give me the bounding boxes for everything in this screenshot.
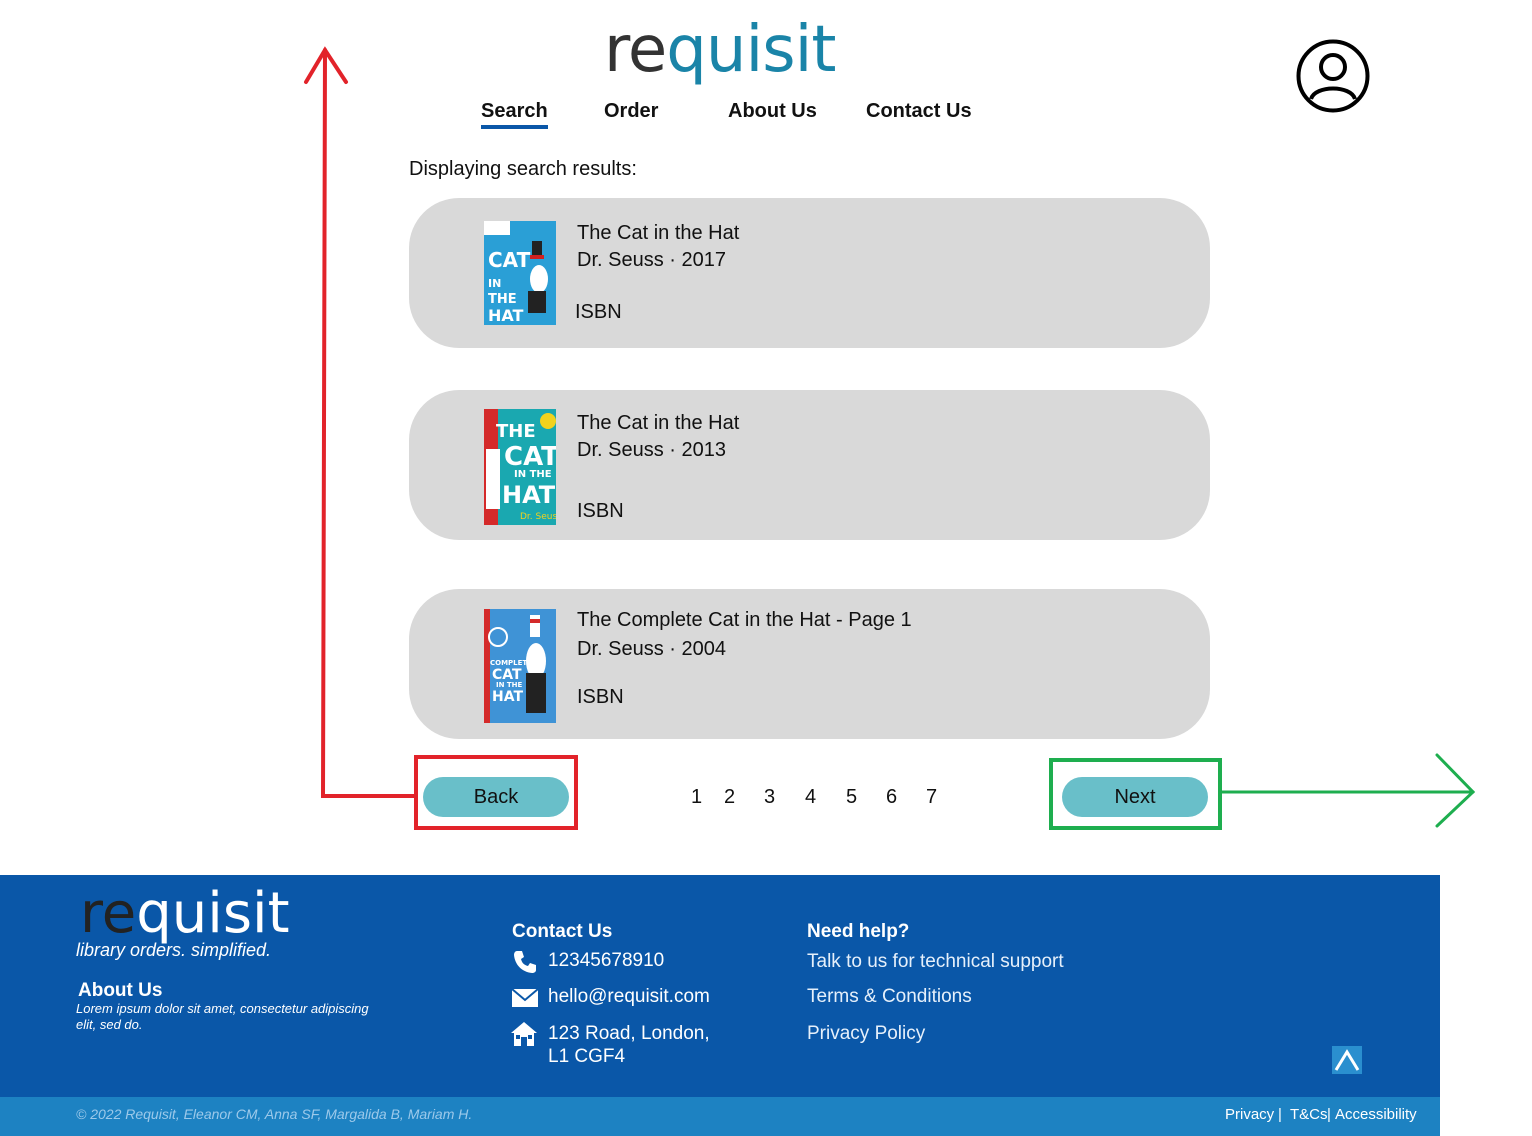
results-heading: Displaying search results:: [409, 158, 637, 180]
result-card[interactable]: CAT IN THE HAT The Cat in the Hat Dr. Se…: [409, 198, 1210, 348]
legal-separator: |: [1278, 1106, 1282, 1123]
book-author-year: Dr. Seuss · 2004: [577, 638, 726, 660]
svg-text:HAT: HAT: [502, 481, 556, 509]
footer-logo-part-re: re: [80, 881, 137, 946]
chevron-up-icon: [1334, 1049, 1360, 1071]
legal-link-terms[interactable]: T&Cs: [1290, 1106, 1328, 1123]
svg-text:IN THE: IN THE: [496, 681, 523, 689]
svg-text:HAT: HAT: [492, 689, 523, 705]
svg-text:HAT: HAT: [488, 306, 524, 325]
result-card[interactable]: COMPLETE CAT IN THE HAT The Complete Cat…: [409, 589, 1210, 739]
book-title[interactable]: The Complete Cat in the Hat - Page 1: [577, 609, 912, 632]
email-icon: [511, 988, 539, 1007]
result-card[interactable]: THE CAT IN THE HAT Dr. Seuss The Cat in …: [409, 390, 1210, 540]
page-2-link[interactable]: 2: [724, 786, 735, 809]
svg-text:Dr. Seuss: Dr. Seuss: [520, 512, 556, 522]
book-cover-image: COMPLETE CAT IN THE HAT: [484, 609, 556, 725]
next-button[interactable]: Next: [1062, 777, 1208, 817]
page-3-link[interactable]: 3: [764, 786, 775, 809]
next-annotation-arrow: [1220, 753, 1476, 828]
page-5-link[interactable]: 5: [846, 786, 857, 809]
book-author-year: Dr. Seuss · 2013: [577, 439, 726, 461]
footer-logo[interactable]: requisit: [80, 886, 290, 942]
footer-address-line2: L1 CGF4: [548, 1046, 626, 1067]
book-isbn: ISBN: [575, 301, 622, 323]
footer-link-terms[interactable]: Terms & Conditions: [807, 986, 972, 1008]
page-7-link[interactable]: 7: [926, 786, 937, 809]
footer-email[interactable]: hello@requisit.com: [548, 986, 710, 1008]
book-author-year: Dr. Seuss · 2017: [577, 249, 726, 271]
home-icon: [511, 1022, 537, 1046]
page-1-link[interactable]: 1: [691, 786, 702, 809]
svg-text:THE: THE: [496, 421, 536, 442]
page-6-link[interactable]: 6: [886, 786, 897, 809]
back-annotation-arrow: [304, 46, 416, 798]
footer-about-heading: About Us: [78, 980, 163, 1001]
legal-separator: |: [1327, 1106, 1331, 1123]
svg-text:COMPLETE: COMPLETE: [490, 659, 532, 667]
footer-address-line1: 123 Road, London,: [548, 1023, 710, 1044]
book-cover-image: THE CAT IN THE HAT Dr. Seuss: [484, 409, 556, 525]
svg-text:IN THE: IN THE: [514, 469, 552, 480]
book-cover-image: CAT IN THE HAT: [484, 221, 556, 337]
footer-contact-heading: Contact Us: [512, 921, 613, 942]
footer-link-tech-support[interactable]: Talk to us for technical support: [807, 951, 1064, 973]
footer-tagline: library orders. simplified.: [76, 940, 272, 960]
back-to-top-button[interactable]: [1332, 1046, 1362, 1074]
book-isbn: ISBN: [577, 500, 624, 522]
phone-icon: [514, 951, 536, 973]
footer-help-heading: Need help?: [807, 921, 910, 942]
legal-link-privacy[interactable]: Privacy: [1225, 1106, 1274, 1123]
svg-text:CAT: CAT: [488, 248, 531, 272]
footer-link-privacy[interactable]: Privacy Policy: [807, 1023, 925, 1045]
book-title[interactable]: The Cat in the Hat: [577, 412, 739, 435]
footer-about-text: Lorem ipsum dolor sit amet, consectetur …: [76, 1001, 369, 1032]
svg-text:IN: IN: [488, 277, 501, 290]
page-4-link[interactable]: 4: [805, 786, 816, 809]
footer-copyright: © 2022 Requisit, Eleanor CM, Anna SF, Ma…: [76, 1106, 473, 1122]
book-title[interactable]: The Cat in the Hat: [577, 222, 739, 245]
book-isbn: ISBN: [577, 686, 624, 708]
footer-logo-part-quisit: quisit: [136, 881, 290, 946]
svg-text:CAT: CAT: [504, 442, 556, 472]
svg-text:THE: THE: [488, 292, 517, 307]
legal-link-accessibility[interactable]: Accessibility: [1335, 1106, 1417, 1123]
footer-phone[interactable]: 12345678910: [548, 950, 664, 972]
back-button[interactable]: Back: [423, 777, 569, 817]
